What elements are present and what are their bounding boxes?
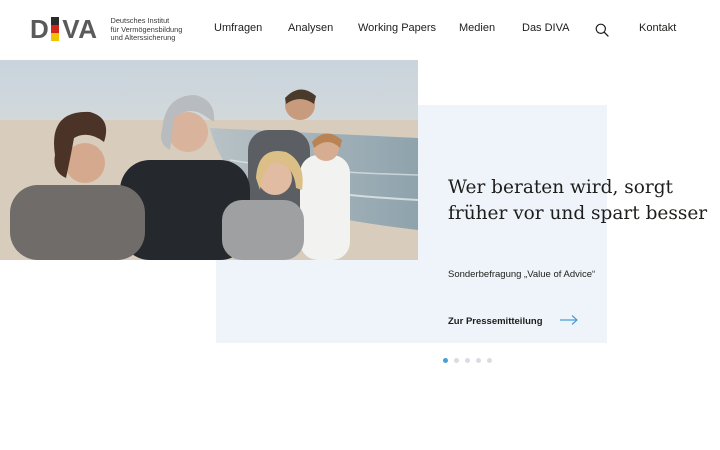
search-icon[interactable] [595, 23, 609, 37]
carousel-dot-5[interactable] [487, 358, 492, 363]
main-nav: Umfragen Analysen Working Papers Medien … [0, 22, 720, 40]
nav-item-medien[interactable]: Medien [459, 22, 495, 34]
hero-subtitle: Sonderbefragung „Value of Advice“ [448, 269, 596, 280]
nav-item-analysen[interactable]: Analysen [288, 22, 333, 34]
carousel-dot-2[interactable] [454, 358, 459, 363]
nav-item-kontakt[interactable]: Kontakt [639, 22, 676, 34]
press-release-link[interactable]: Zur Pressemitteilung [448, 314, 543, 328]
press-release-link-label: Zur Pressemitteilung [448, 315, 543, 327]
site-header: D VA Deutsches Institut für Vermögensbil… [0, 0, 720, 60]
arrow-right-icon[interactable] [559, 314, 579, 326]
carousel-dot-4[interactable] [476, 358, 481, 363]
carousel-dot-1[interactable] [443, 358, 448, 363]
nav-item-umfragen[interactable]: Umfragen [214, 22, 262, 34]
carousel-dots [443, 358, 498, 363]
nav-item-das-diva[interactable]: Das DIVA [522, 22, 569, 34]
hero-family-photo [0, 60, 418, 260]
hero-headline: Wer beraten wird, sorgt früher vor und s… [448, 177, 708, 224]
carousel-dot-3[interactable] [465, 358, 470, 363]
nav-item-working-papers[interactable]: Working Papers [358, 22, 436, 34]
